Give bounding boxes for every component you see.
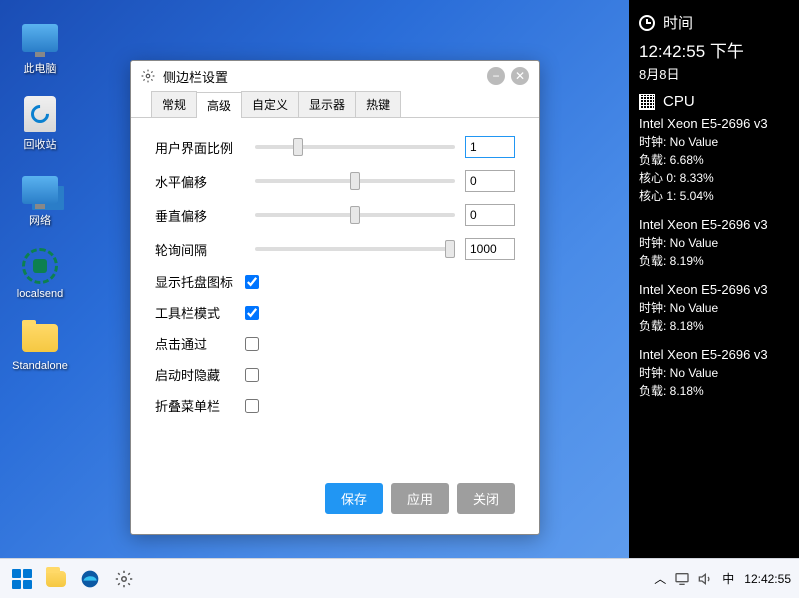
tab-bar: 常规高级自定义显示器热键 — [131, 91, 539, 118]
monitoring-sidebar: 时间 12:42:55 下午 8月8日 CPU Intel Xeon E5-26… — [629, 0, 799, 558]
cpu-stat: 负载: 8.19% — [639, 252, 789, 270]
taskbar-explorer[interactable] — [42, 565, 70, 593]
cpu-stat: 核心 1: 5.04% — [639, 187, 789, 205]
poll-input[interactable] — [465, 238, 515, 260]
desktop-icon-standalone[interactable]: Standalone — [10, 318, 70, 372]
cpu-stat: 时钟: No Value — [639, 299, 789, 317]
tab-3[interactable]: 显示器 — [298, 91, 356, 117]
gear-icon — [141, 69, 155, 83]
h-offset-input[interactable] — [465, 170, 515, 192]
toolbar-label: 工具栏模式 — [155, 303, 245, 322]
ui-scale-input[interactable] — [465, 136, 515, 158]
h-offset-label: 水平偏移 — [155, 172, 245, 191]
save-button[interactable]: 保存 — [325, 483, 383, 514]
cpu-stat: 时钟: No Value — [639, 234, 789, 252]
cpu-stat: 负载: 8.18% — [639, 317, 789, 335]
desktop-icon-this-pc[interactable]: 此电脑 — [10, 18, 70, 76]
tab-0[interactable]: 常规 — [151, 91, 197, 117]
cpu-name: Intel Xeon E5-2696 v3 — [639, 116, 789, 131]
tray-checkbox[interactable] — [245, 275, 259, 289]
network-icon[interactable] — [674, 571, 690, 587]
v-offset-label: 垂直偏移 — [155, 206, 245, 225]
cpu-header: CPU — [663, 93, 695, 110]
settings-dialog: 侧边栏设置 − ✕ 常规高级自定义显示器热键 用户界面比例 水平偏移 垂直偏移 … — [130, 60, 540, 535]
tab-2[interactable]: 自定义 — [241, 91, 299, 117]
ui-scale-label: 用户界面比例 — [155, 138, 245, 157]
desktop-icon-network[interactable]: 网络 — [10, 170, 70, 228]
taskbar-clock[interactable]: 12:42:55 — [744, 572, 791, 586]
hide-label: 启动时隐藏 — [155, 365, 245, 384]
desktop-icon-label: 网络 — [29, 212, 51, 228]
v-offset-slider[interactable] — [255, 213, 455, 217]
cpu-stat: 时钟: No Value — [639, 364, 789, 382]
sidebar-time: 12:42:55 下午 — [639, 37, 789, 62]
cpu-stat: 时钟: No Value — [639, 133, 789, 151]
desktop-icon-label: 此电脑 — [24, 60, 57, 76]
cpu-stat: 负载: 6.68% — [639, 151, 789, 169]
tab-4[interactable]: 热键 — [355, 91, 401, 117]
toolbar-checkbox[interactable] — [245, 306, 259, 320]
desktop-icon-label: localsend — [17, 288, 63, 300]
ime-indicator[interactable]: 中 — [722, 570, 734, 587]
desktop-icon-label: Standalone — [12, 360, 68, 372]
time-header: 时间 — [663, 12, 693, 33]
close-button[interactable]: ✕ — [511, 67, 529, 85]
apply-button[interactable]: 应用 — [391, 483, 449, 514]
desktop-icon-localsend[interactable]: localsend — [10, 246, 70, 300]
tab-1[interactable]: 高级 — [196, 92, 242, 118]
cpu-name: Intel Xeon E5-2696 v3 — [639, 347, 789, 362]
click-label: 点击通过 — [155, 334, 245, 353]
desktop-icon-recycle-bin[interactable]: 回收站 — [10, 94, 70, 152]
collapse-label: 折叠菜单栏 — [155, 396, 245, 415]
cpu-stat: 核心 0: 8.33% — [639, 169, 789, 187]
hide-checkbox[interactable] — [245, 368, 259, 382]
cpu-name: Intel Xeon E5-2696 v3 — [639, 217, 789, 232]
dialog-title: 侧边栏设置 — [163, 67, 479, 86]
start-button[interactable] — [8, 565, 36, 593]
clock-icon — [639, 15, 655, 31]
taskbar: ︿ 中 12:42:55 — [0, 558, 799, 598]
cpu-stat: 负载: 8.18% — [639, 382, 789, 400]
cpu-icon — [639, 94, 655, 110]
volume-icon[interactable] — [698, 571, 714, 587]
poll-slider[interactable] — [255, 247, 455, 251]
sidebar-date: 8月8日 — [639, 64, 789, 83]
tray-chevron-icon[interactable]: ︿ — [654, 570, 666, 587]
minimize-button[interactable]: − — [487, 67, 505, 85]
ui-scale-slider[interactable] — [255, 145, 455, 149]
close-dialog-button[interactable]: 关闭 — [457, 483, 515, 514]
cpu-name: Intel Xeon E5-2696 v3 — [639, 282, 789, 297]
collapse-checkbox[interactable] — [245, 399, 259, 413]
tray-label: 显示托盘图标 — [155, 272, 245, 291]
h-offset-slider[interactable] — [255, 179, 455, 183]
taskbar-edge[interactable] — [76, 565, 104, 593]
desktop-icon-label: 回收站 — [24, 136, 57, 152]
taskbar-settings[interactable] — [110, 565, 138, 593]
v-offset-input[interactable] — [465, 204, 515, 226]
poll-label: 轮询间隔 — [155, 240, 245, 259]
click-checkbox[interactable] — [245, 337, 259, 351]
